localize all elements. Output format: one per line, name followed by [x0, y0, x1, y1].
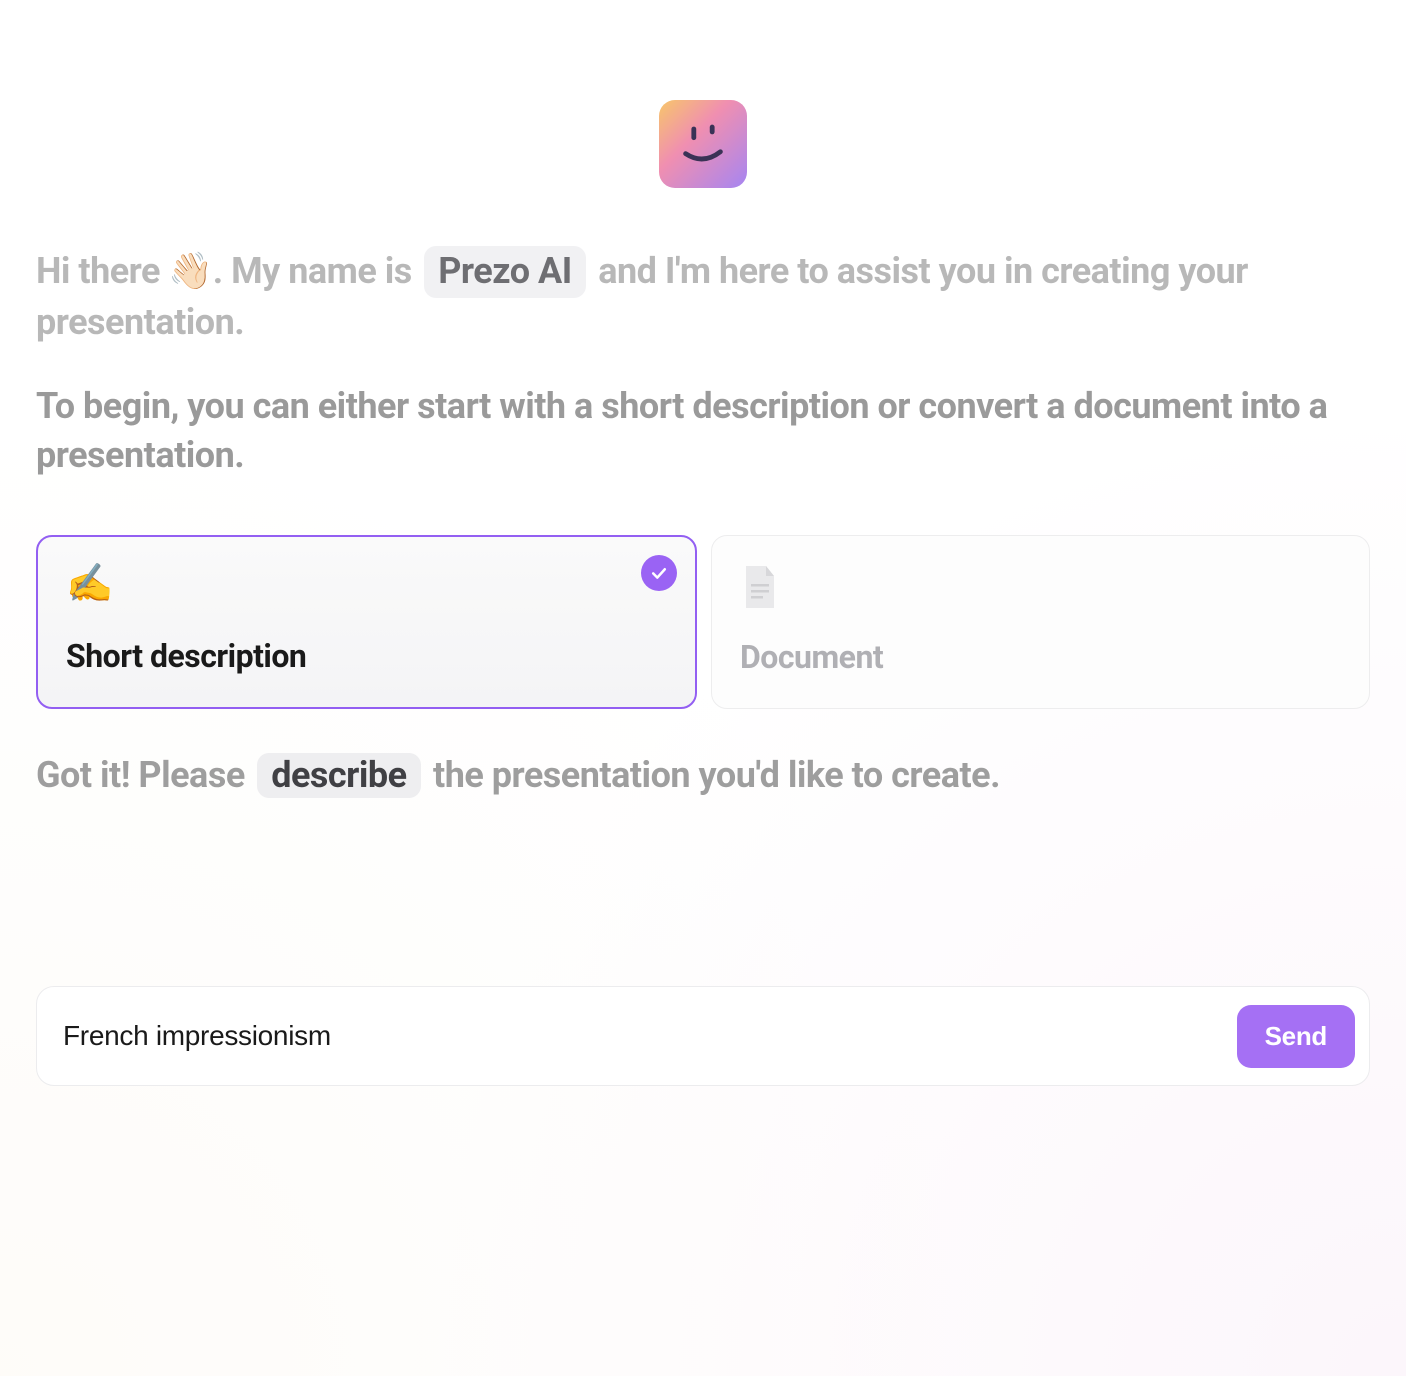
wave-emoji: 👋🏻	[168, 250, 212, 292]
greeting-mid: . My name is	[213, 250, 412, 292]
app-name-chip: Prezo AI	[424, 246, 586, 298]
followup-post: the presentation you'd like to create.	[433, 754, 1000, 796]
document-icon	[740, 564, 780, 610]
followup-line: Got it! Please describe the presentation…	[36, 753, 1370, 798]
option-document[interactable]: Document	[711, 535, 1370, 709]
writing-hand-icon: ✍️	[66, 565, 113, 603]
greeting-pre: Hi there	[36, 250, 160, 292]
intro-block: Hi there 👋🏻. My name is Prezo AI and I'm…	[36, 246, 1370, 479]
send-button[interactable]: Send	[1237, 1005, 1355, 1068]
check-icon	[641, 555, 677, 591]
followup-pre: Got it! Please	[36, 754, 245, 796]
greeting-line: Hi there 👋🏻. My name is Prezo AI and I'm…	[36, 246, 1370, 346]
option-short-description[interactable]: ✍️ Short description	[36, 535, 697, 709]
followup-chip: describe	[257, 753, 420, 798]
composer-bar: Send	[36, 986, 1370, 1086]
option-label: Document	[740, 638, 1341, 676]
face-icon	[674, 115, 732, 173]
prompt-input[interactable]	[63, 1020, 1237, 1052]
instruction-line: To begin, you can either start with a sh…	[36, 382, 1370, 479]
app-logo	[659, 100, 747, 188]
options-row: ✍️ Short description Document	[36, 535, 1370, 709]
option-label: Short description	[66, 637, 667, 675]
